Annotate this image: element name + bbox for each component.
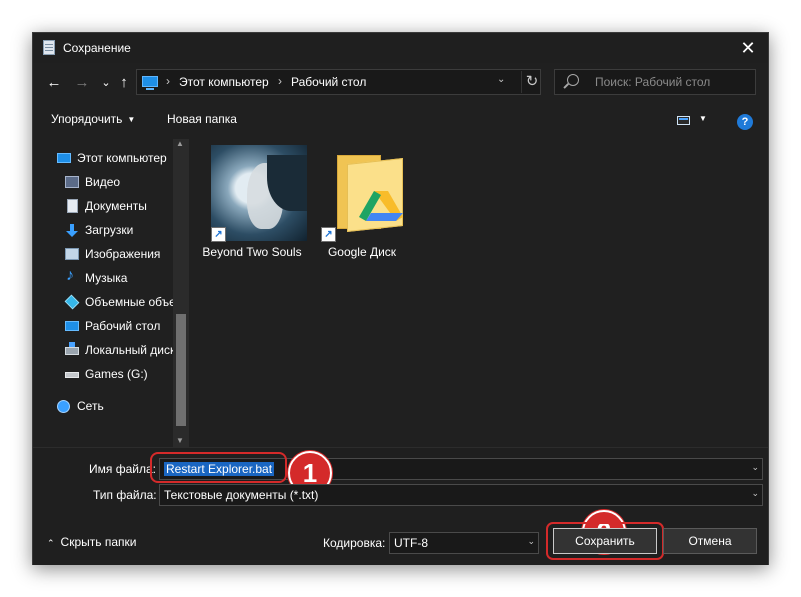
breadcrumb-desktop[interactable]: Рабочий стол — [291, 75, 366, 89]
chevron-up-icon: ⌃ — [47, 538, 55, 548]
title-bar: Сохранение ✕ — [33, 33, 768, 63]
scrollbar-thumb[interactable] — [176, 314, 186, 426]
organize-button[interactable]: Упорядочить ▼ — [51, 112, 135, 126]
chevron-down-icon: ▼ — [127, 115, 136, 124]
desktop-icon — [65, 321, 79, 331]
sidebar-scrollbar[interactable]: ▲ ▼ — [173, 139, 189, 447]
google-drive-icon — [359, 191, 403, 221]
help-button[interactable]: ? — [737, 114, 753, 130]
breadcrumb-this-pc[interactable]: Этот компьютер — [179, 75, 269, 89]
music-icon — [65, 267, 79, 285]
navigation-pane: Этот компьютер Видео Документы Загрузки … — [33, 139, 189, 447]
file-list: ↗ Beyond Two Souls ↗ Google Диск — [197, 139, 768, 447]
computer-icon — [142, 76, 158, 90]
sidebar-item-label: Загрузки — [85, 223, 134, 237]
network-icon — [57, 400, 70, 413]
hide-folders-label: Скрыть папки — [60, 535, 137, 549]
save-button[interactable]: Сохранить — [553, 528, 657, 554]
encoding-select[interactable]: UTF-8 ⌄ — [389, 532, 539, 554]
navigation-bar: ← → ⌄ ↑ › Этот компьютер › Рабочий стол … — [33, 66, 768, 100]
filename-highlight — [150, 452, 287, 483]
filename-label: Имя файла: — [89, 462, 156, 476]
address-dropdown-icon[interactable]: ⌄ — [497, 74, 505, 85]
up-button[interactable]: ↑ — [115, 74, 133, 92]
recent-locations-button[interactable]: ⌄ — [97, 74, 115, 92]
filetype-value: Текстовые документы (*.txt) — [164, 488, 319, 502]
file-item-beyond-two-souls[interactable]: ↗ Beyond Two Souls — [197, 145, 307, 275]
chevron-down-icon[interactable]: ⌄ — [751, 488, 759, 499]
save-options-panel: Имя файла: Restart Explorer.bat ⌄ 1 Тип … — [33, 447, 768, 565]
folder-icon — [337, 155, 403, 232]
chevron-down-icon[interactable]: ⌄ — [751, 462, 759, 473]
file-item-google-drive[interactable]: ↗ Google Диск — [307, 145, 417, 275]
refresh-button[interactable]: ↻ — [521, 71, 542, 93]
notepad-icon — [43, 40, 55, 55]
file-name: Google Диск — [327, 245, 397, 259]
breadcrumb-separator: › — [166, 74, 170, 88]
hide-folders-button[interactable]: ⌃ Скрыть папки — [47, 535, 136, 549]
view-options-icon[interactable] — [677, 116, 690, 125]
address-bar[interactable]: › Этот компьютер › Рабочий стол ⌄ ↻ — [136, 69, 541, 95]
organize-label: Упорядочить — [51, 112, 123, 126]
scroll-up-icon[interactable]: ▲ — [176, 139, 184, 148]
search-input[interactable]: Поиск: Рабочий стол — [554, 69, 756, 95]
command-bar: Упорядочить ▼ Новая папка ▼ ? — [33, 107, 768, 133]
sidebar-item-label: Изображения — [85, 247, 161, 261]
computer-icon — [57, 153, 71, 163]
sidebar-item-label: Документы — [85, 199, 147, 213]
forward-button[interactable]: → — [73, 74, 91, 92]
filetype-select[interactable]: Текстовые документы (*.txt) ⌄ — [159, 484, 763, 506]
file-name: Beyond Two Souls — [202, 245, 302, 259]
local-disk-icon — [65, 342, 79, 355]
window-title: Сохранение — [63, 41, 131, 55]
3d-objects-icon — [64, 294, 80, 310]
drive-icon — [65, 372, 79, 378]
video-icon — [65, 176, 79, 188]
sidebar-item-label: Рабочий стол — [85, 319, 161, 333]
new-folder-button[interactable]: Новая папка — [167, 112, 237, 126]
shortcut-arrow-icon: ↗ — [211, 227, 226, 242]
scroll-down-icon[interactable]: ▼ — [176, 436, 184, 445]
breadcrumb-separator: › — [278, 74, 282, 88]
downloads-icon — [65, 224, 79, 237]
sidebar-item-label: Сеть — [77, 399, 104, 413]
search-icon — [567, 74, 579, 86]
chevron-down-icon[interactable]: ⌄ — [527, 536, 535, 547]
shortcut-arrow-icon: ↗ — [321, 227, 336, 242]
cancel-button[interactable]: Отмена — [663, 528, 757, 554]
documents-icon — [67, 199, 78, 213]
search-placeholder: Поиск: Рабочий стол — [595, 75, 711, 89]
pictures-icon — [65, 248, 79, 260]
sidebar-item-label: Этот компьютер — [77, 151, 167, 165]
encoding-value: UTF-8 — [394, 536, 428, 550]
save-dialog: Сохранение ✕ ← → ⌄ ↑ › Этот компьютер › … — [32, 32, 769, 565]
sidebar-item-label: Музыка — [85, 271, 128, 285]
encoding-label: Кодировка: — [323, 536, 386, 550]
filetype-label: Тип файла: — [93, 488, 157, 502]
close-button[interactable]: ✕ — [736, 37, 760, 59]
sidebar-item-label: Games (G:) — [85, 367, 148, 381]
sidebar-item-label: Видео — [85, 175, 121, 189]
back-button[interactable]: ← — [45, 74, 63, 92]
chevron-down-icon[interactable]: ▼ — [699, 114, 707, 123]
